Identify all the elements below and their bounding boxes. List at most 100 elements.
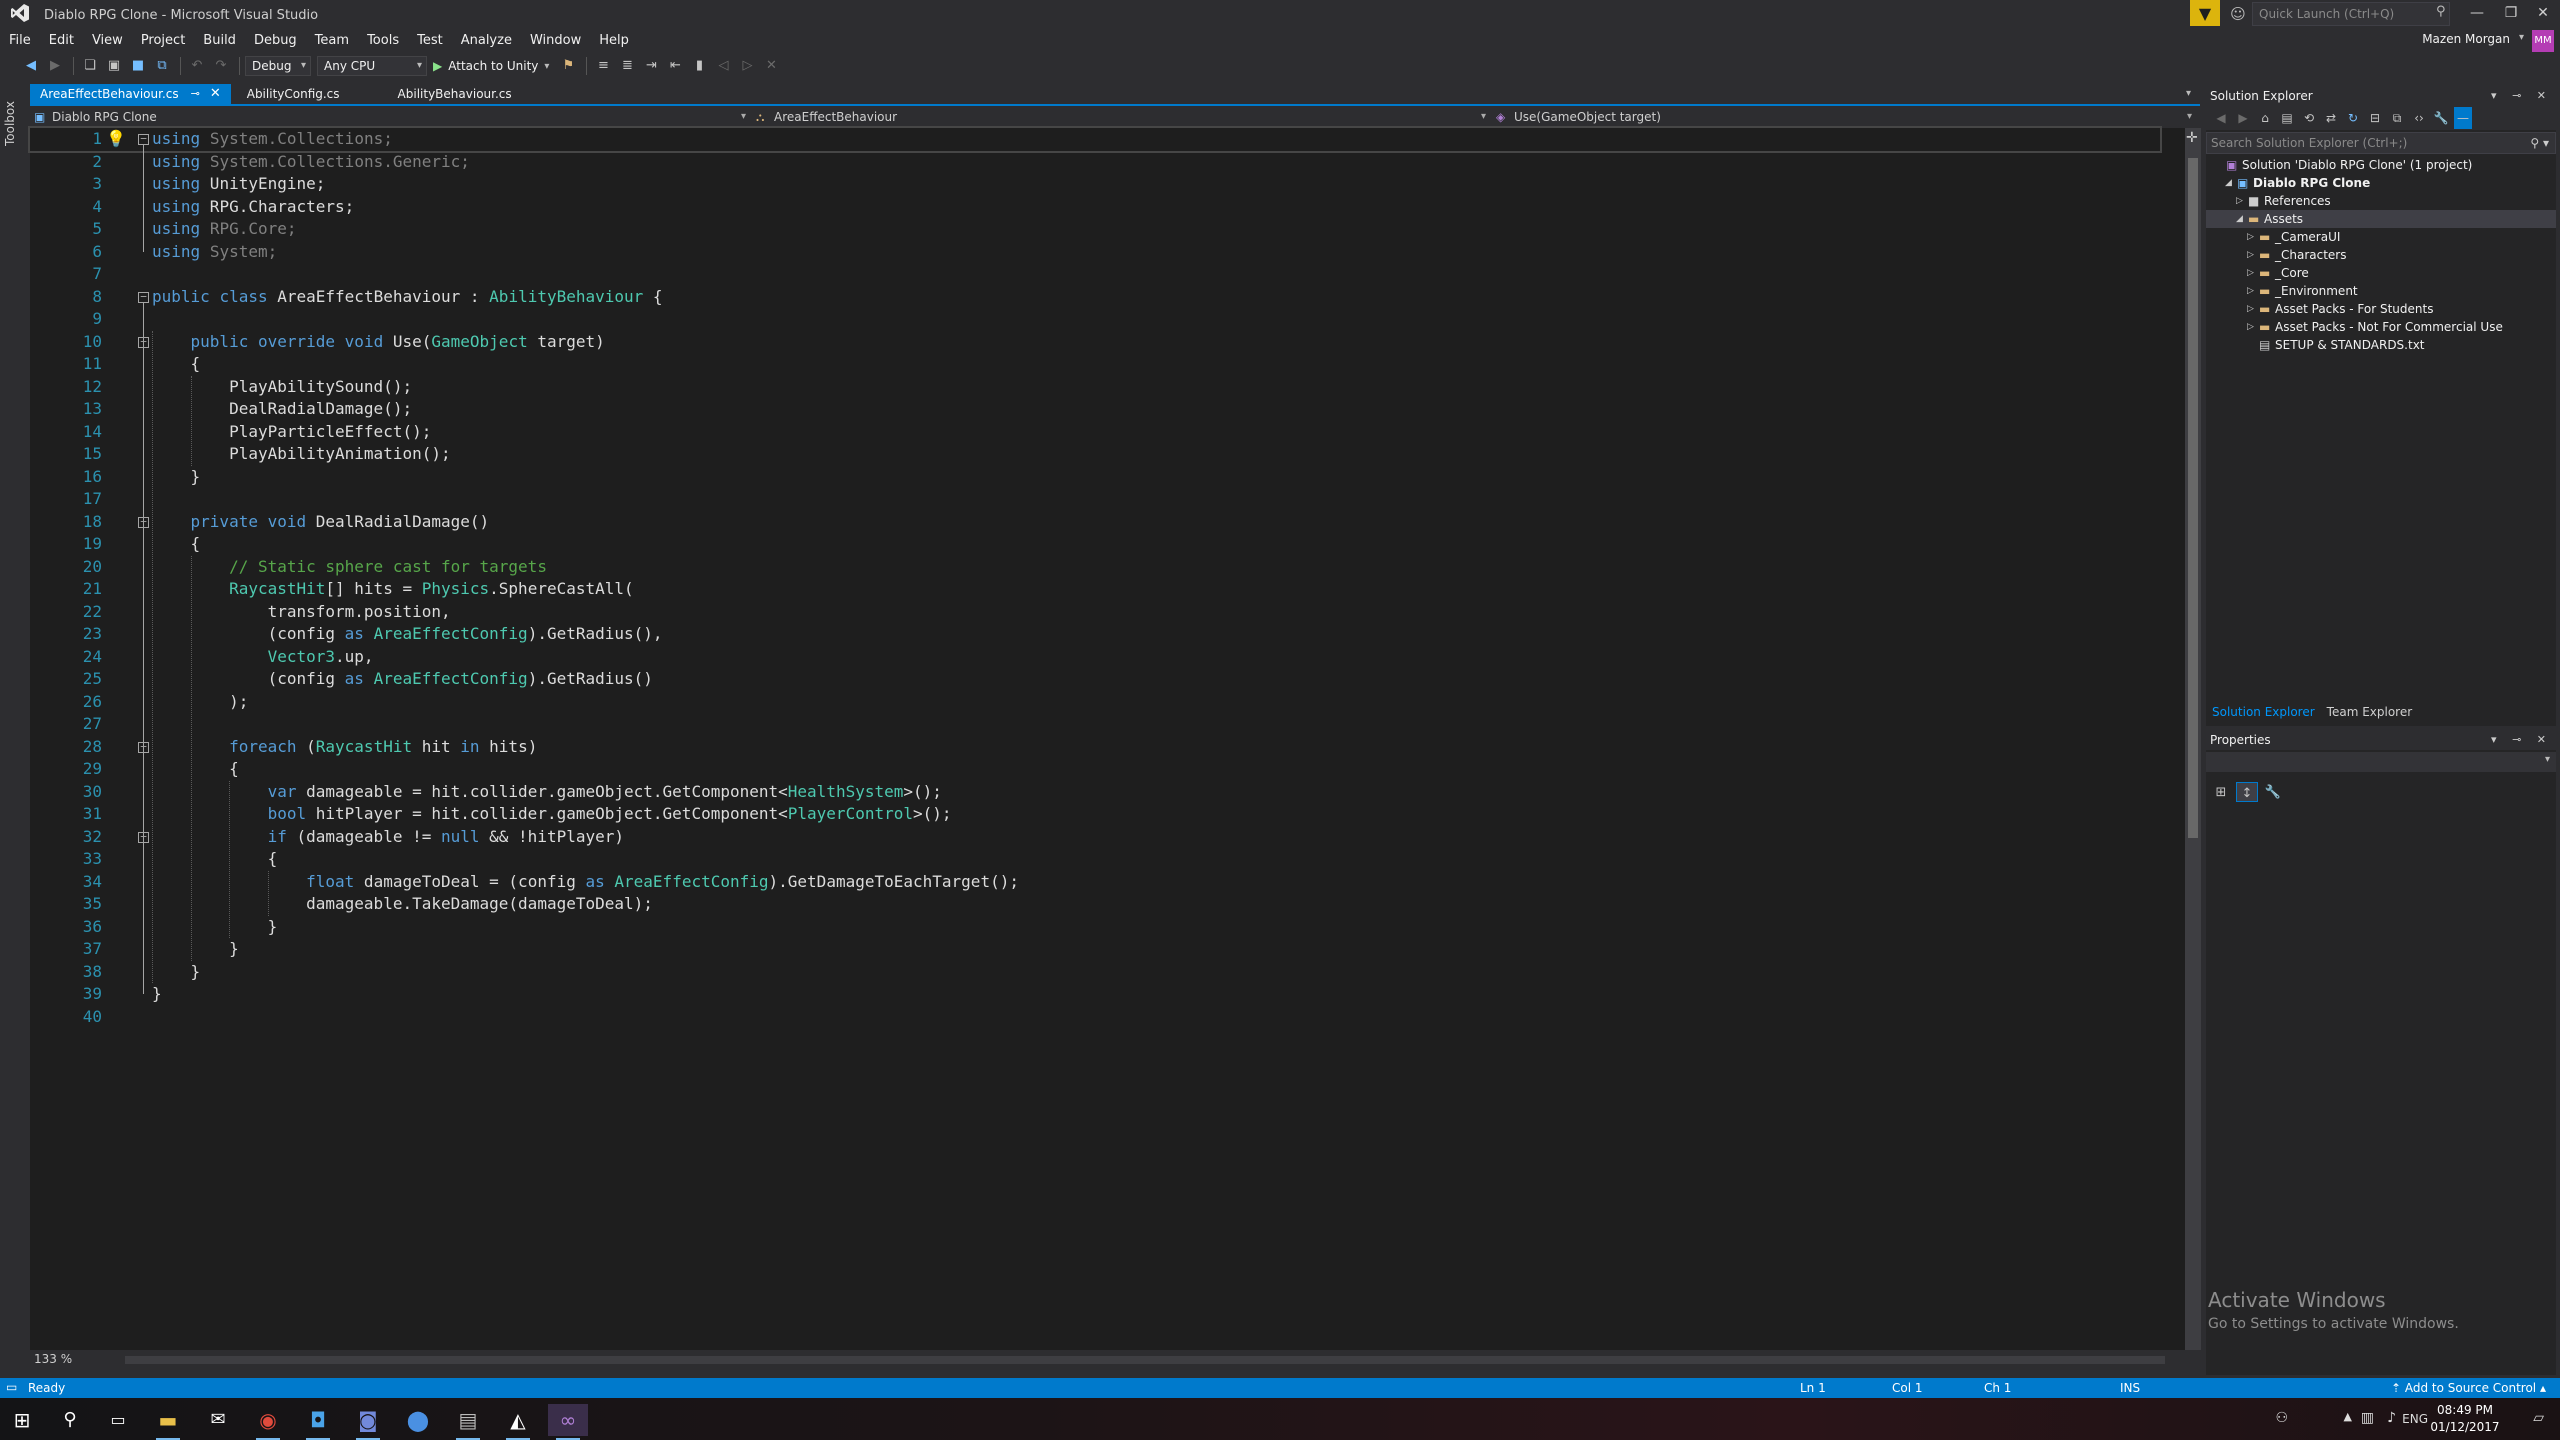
close-window-button[interactable]: ✕ bbox=[2526, 0, 2560, 26]
tab-abilityconfig[interactable]: AbilityConfig.cs bbox=[235, 84, 384, 104]
expand-arrow-icon[interactable]: ▷ bbox=[2247, 264, 2254, 282]
menu-help[interactable]: Help bbox=[590, 30, 638, 52]
language-indicator[interactable]: ENG bbox=[2402, 1412, 2428, 1426]
menu-tools[interactable]: Tools bbox=[358, 30, 408, 52]
tree-item[interactable]: ◢ ▣ Diablo RPG Clone bbox=[2206, 174, 2556, 192]
navigate-back-icon[interactable]: ◀ bbox=[20, 55, 42, 77]
browse-icon[interactable]: ⚑ bbox=[557, 55, 579, 77]
notification-flag-icon[interactable]: ▼ bbox=[2190, 0, 2220, 26]
code-line[interactable]: 10− public override void Use(GameObject … bbox=[30, 331, 2160, 354]
open-file-icon[interactable]: ▣ bbox=[103, 55, 125, 77]
code-line[interactable]: 2 using System.Collections.Generic; bbox=[30, 151, 2160, 174]
code-line[interactable]: 8 − public class AreaEffectBehaviour : Abi… bbox=[30, 286, 2160, 309]
properties-icon[interactable]: 🔧 bbox=[2432, 107, 2450, 129]
clear-bookmarks-icon[interactable]: ✕ bbox=[760, 55, 782, 77]
code-line[interactable]: 14 PlayParticleEffect(); bbox=[30, 421, 2160, 444]
code-line[interactable]: 38 } bbox=[30, 961, 2160, 984]
property-pages-icon[interactable]: 🔧 bbox=[2262, 782, 2284, 802]
tree-item[interactable]: ▷ ▬ _CameraUI bbox=[2206, 228, 2556, 246]
member-dropdown[interactable]: ◈ Use(GameObject target) bbox=[1492, 107, 2198, 127]
save-icon[interactable]: ■ bbox=[127, 55, 149, 77]
solution-search-input[interactable]: Search Solution Explorer (Ctrl+;) ⚲ ▾ bbox=[2206, 132, 2556, 154]
code-line[interactable]: 30 var damageable = hit.collider.gameObj… bbox=[30, 781, 2160, 804]
menu-test[interactable]: Test bbox=[408, 30, 452, 52]
maps-icon[interactable]: ⬤ bbox=[398, 1404, 438, 1436]
code-line[interactable]: 11 { bbox=[30, 353, 2160, 376]
tree-item[interactable]: ▷ ▬ _Characters bbox=[2206, 246, 2556, 264]
menu-team[interactable]: Team bbox=[306, 30, 358, 52]
unity-icon[interactable]: ◭ bbox=[498, 1404, 538, 1440]
clock-time[interactable]: 08:49 PM bbox=[2430, 1403, 2500, 1417]
code-line[interactable]: 6 using System; bbox=[30, 241, 2160, 264]
alphabetical-icon[interactable]: ↕ bbox=[2236, 782, 2258, 802]
configuration-select[interactable]: Debug bbox=[245, 56, 311, 76]
code-line[interactable]: 39} bbox=[30, 983, 2160, 1006]
tree-item[interactable]: ▷ ▬ Asset Packs - Not For Commercial Use bbox=[2206, 318, 2556, 336]
search-icon[interactable]: ⚲ bbox=[50, 1404, 90, 1436]
code-line[interactable]: 27 bbox=[30, 713, 2160, 736]
code-line[interactable]: 24 Vector3.up, bbox=[30, 646, 2160, 669]
collapse-region-icon[interactable]: − bbox=[138, 133, 149, 145]
sync-icon[interactable]: ⇄ bbox=[2322, 107, 2340, 129]
panel-controls[interactable]: ▾ ⊸ ✕ bbox=[2491, 86, 2552, 106]
code-line[interactable]: 29 { bbox=[30, 758, 2160, 781]
menu-debug[interactable]: Debug bbox=[245, 30, 306, 52]
expand-arrow-icon[interactable]: ▷ bbox=[2247, 318, 2254, 336]
search-icon[interactable]: ⚲ ▾ bbox=[2530, 133, 2549, 153]
chevron-down-icon[interactable]: ▾ bbox=[2519, 32, 2524, 43]
save-all-icon[interactable]: ⧉ bbox=[151, 55, 173, 77]
code-line[interactable]: 40 bbox=[30, 1006, 2160, 1029]
outdent-icon[interactable]: ⇤ bbox=[664, 55, 686, 77]
code-editor[interactable]: 💡 1− using System.Collections; 2 using Syst… bbox=[28, 126, 2185, 1350]
code-line[interactable]: 35 damageable.TakeDamage(damageToDeal); bbox=[30, 893, 2160, 916]
code-line[interactable]: 33 { bbox=[30, 848, 2160, 871]
tree-item[interactable]: ▷ ▬ Asset Packs - For Students bbox=[2206, 300, 2556, 318]
expand-arrow-icon[interactable]: ▷ bbox=[2247, 300, 2254, 318]
indent-icon[interactable]: ⇥ bbox=[640, 55, 662, 77]
tab-solution-explorer[interactable]: Solution Explorer bbox=[2206, 702, 2321, 722]
refresh-icon[interactable]: ↻ bbox=[2344, 107, 2362, 129]
code-line[interactable]: 28− foreach (RaycastHit hit in hits) bbox=[30, 736, 2160, 759]
maximize-button[interactable]: ❐ bbox=[2494, 0, 2528, 26]
tree-item[interactable]: ▣ Solution 'Diablo RPG Clone' (1 project) bbox=[2206, 156, 2556, 174]
add-to-source-control-button[interactable]: ⇡ Add to Source Control ▴ bbox=[2391, 1381, 2546, 1395]
code-line[interactable]: 12 PlayAbilitySound(); bbox=[30, 376, 2160, 399]
vertical-scrollbar[interactable] bbox=[2185, 128, 2201, 1350]
next-bookmark-icon[interactable]: ▷ bbox=[736, 55, 758, 77]
code-line[interactable]: 1 − using System.Collections; bbox=[28, 126, 2162, 153]
new-project-icon[interactable]: ❏ bbox=[79, 55, 101, 77]
code-line[interactable]: 37 } bbox=[30, 938, 2160, 961]
code-line[interactable]: 18− private void DealRadialDamage() bbox=[30, 511, 2160, 534]
pending-changes-icon[interactable]: ⟲ bbox=[2300, 107, 2318, 129]
split-editor-icon[interactable]: ✛ bbox=[2186, 130, 2198, 146]
code-line[interactable]: 23 (config as AreaEffectConfig).GetRadiu… bbox=[30, 623, 2160, 646]
object-select[interactable] bbox=[2206, 752, 2556, 772]
undo-icon[interactable]: ↶ bbox=[186, 55, 208, 77]
menu-build[interactable]: Build bbox=[194, 30, 245, 52]
expand-arrow-icon[interactable]: ▷ bbox=[2247, 228, 2254, 246]
people-icon[interactable]: ⚇ bbox=[2275, 1410, 2288, 1426]
uncomment-icon[interactable]: ≣ bbox=[616, 55, 638, 77]
tree-item[interactable]: ▤ SETUP & STANDARDS.txt bbox=[2206, 336, 2556, 354]
code-line[interactable]: 25 (config as AreaEffectConfig).GetRadiu… bbox=[30, 668, 2160, 691]
user-name[interactable]: Mazen Morgan bbox=[2422, 32, 2510, 46]
code-line[interactable]: 32− if (damageable != null && !hitPlayer… bbox=[30, 826, 2160, 849]
code-line[interactable]: 17 bbox=[30, 488, 2160, 511]
tree-item[interactable]: ▷ ▬ _Environment bbox=[2206, 282, 2556, 300]
tab-areaeffectbehaviour[interactable]: AreaEffectBehaviour.cs ⊸ ✕ bbox=[30, 84, 231, 104]
home-icon[interactable]: ⌂ bbox=[2256, 107, 2274, 129]
tab-team-explorer[interactable]: Team Explorer bbox=[2321, 702, 2419, 722]
view-code-icon[interactable]: ‹› bbox=[2410, 107, 2428, 129]
code-line[interactable]: 21 RaycastHit[] hits = Physics.SphereCas… bbox=[30, 578, 2160, 601]
back-icon[interactable]: ◀ bbox=[2212, 107, 2230, 129]
minimize-button[interactable]: — bbox=[2460, 0, 2494, 26]
expand-arrow-icon[interactable]: ▷ bbox=[2236, 192, 2243, 210]
code-line[interactable]: 13 DealRadialDamage(); bbox=[30, 398, 2160, 421]
mail-icon[interactable]: ✉ bbox=[198, 1404, 238, 1436]
visual-studio-icon[interactable]: ∞ bbox=[548, 1404, 588, 1440]
zoom-level[interactable]: 133 % bbox=[34, 1352, 72, 1366]
menu-view[interactable]: View bbox=[83, 30, 132, 52]
tree-item[interactable]: ◢ ▬ Assets bbox=[2206, 210, 2556, 228]
bookmark-icon[interactable]: ▮ bbox=[688, 55, 710, 77]
code-line[interactable]: 36 } bbox=[30, 916, 2160, 939]
